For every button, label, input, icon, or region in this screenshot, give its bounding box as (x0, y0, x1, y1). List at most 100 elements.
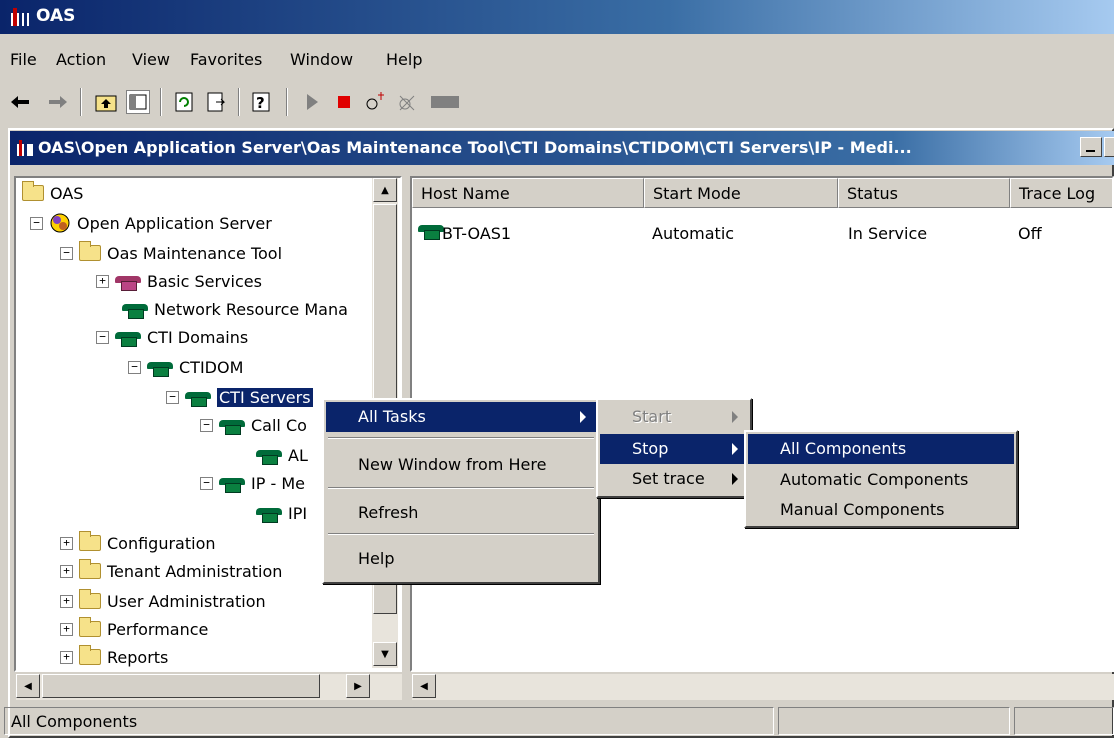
folder-icon (22, 181, 44, 201)
tree-item-network-resource-manager[interactable]: Network Resource Mana (122, 296, 348, 322)
tree-item-user-administration[interactable]: + User Administration (60, 588, 266, 614)
scroll-right-button[interactable]: ▶ (346, 674, 370, 698)
tree-item-label: Tenant Administration (107, 561, 283, 581)
show-hide-tree-icon[interactable] (126, 90, 150, 114)
menu-item-refresh[interactable]: Refresh (326, 498, 596, 528)
scroll-thumb[interactable] (42, 674, 320, 698)
tree-item-label: User Administration (107, 591, 266, 611)
collapse-icon[interactable]: − (166, 390, 179, 404)
trace-off-icon[interactable] (396, 90, 420, 114)
scroll-left-button[interactable]: ◀ (16, 674, 40, 698)
folder-icon (79, 559, 101, 579)
export-list-icon[interactable] (204, 90, 228, 114)
menu-favorites[interactable]: Favorites (190, 50, 262, 69)
tree-item-cti-servers[interactable]: − CTI Servers (166, 384, 313, 410)
column-header-trace-log[interactable]: Trace Log (1010, 178, 1112, 208)
tree-item-ip-media[interactable]: − IP - Me (200, 470, 305, 496)
expand-icon[interactable]: + (96, 274, 109, 288)
tree-item-oas-maintenance-tool[interactable]: − Oas Maintenance Tool (60, 240, 282, 266)
column-header-status[interactable]: Status (838, 178, 1010, 208)
menu-separator (328, 437, 594, 439)
mdi-title-bar[interactable]: OAS\Open Application Server\Oas Maintena… (10, 131, 1114, 165)
tree-item-oas[interactable]: OAS (22, 180, 83, 206)
cell-start-mode: Automatic (652, 224, 735, 243)
tree-item-label: OAS (50, 183, 84, 203)
folder-icon (79, 531, 101, 551)
tree-item-ipm[interactable]: IPI (256, 500, 307, 526)
menu-file[interactable]: File (10, 50, 37, 69)
column-header-start-mode[interactable]: Start Mode (644, 178, 838, 208)
menu-item-new-window[interactable]: New Window from Here (326, 450, 596, 480)
scroll-down-button[interactable]: ▼ (373, 642, 397, 666)
tree-horizontal-scrollbar[interactable]: ◀ ▶ (16, 674, 402, 700)
expand-icon[interactable]: + (60, 650, 73, 664)
tree-item-label: CTI Servers (217, 387, 313, 407)
tree-item-cti-domains[interactable]: − CTI Domains (96, 324, 248, 350)
collapse-icon[interactable]: − (60, 246, 73, 260)
scroll-left-button[interactable]: ◀ (412, 674, 436, 698)
start-service-icon[interactable] (300, 90, 324, 114)
tree-item-performance[interactable]: + Performance (60, 616, 208, 642)
tree-item-al[interactable]: AL (256, 442, 308, 468)
menu-item-all-tasks[interactable]: All Tasks (326, 402, 596, 432)
scroll-up-button[interactable]: ▲ (373, 178, 397, 202)
menu-item-all-components[interactable]: All Components (748, 434, 1014, 464)
tree-item-ctidom[interactable]: − CTIDOM (128, 354, 243, 380)
menu-window[interactable]: Window (290, 50, 353, 69)
menu-item-set-trace[interactable]: Set trace (600, 464, 748, 494)
tree-item-label: AL (288, 445, 308, 465)
menu-item-automatic-components[interactable]: Automatic Components (748, 465, 1014, 495)
menu-bar: File Action View Favorites Window Help (0, 44, 1114, 74)
maximize-button[interactable] (1104, 137, 1114, 157)
collapse-icon[interactable]: − (30, 216, 43, 230)
app-title-bar[interactable]: OAS (0, 0, 1114, 34)
collapse-icon[interactable]: − (96, 330, 109, 344)
folder-icon (79, 589, 101, 609)
server-icon (50, 213, 70, 233)
menu-action[interactable]: Action (56, 50, 106, 69)
tree-item-basic-services[interactable]: + Basic Services (96, 268, 262, 294)
tree-item-reports[interactable]: + Reports (60, 644, 168, 670)
menu-help[interactable]: Help (386, 50, 422, 69)
tree-item-label: Open Application Server (77, 213, 272, 233)
phone-icon (185, 389, 211, 407)
menu-item-manual-components[interactable]: Manual Components (748, 495, 1014, 525)
trace-on-icon[interactable] (364, 90, 388, 114)
tree-item-open-application-server[interactable]: − Open Application Server (30, 210, 272, 236)
collapse-icon[interactable]: − (200, 476, 213, 490)
tree-item-label: Configuration (107, 533, 216, 553)
expand-icon[interactable]: + (60, 594, 73, 608)
phone-icon (256, 505, 282, 523)
help-icon[interactable]: ? (250, 90, 274, 114)
tree-item-label: CTI Domains (147, 327, 249, 347)
stop-service-icon[interactable] (332, 90, 356, 114)
tree-item-tenant-administration[interactable]: + Tenant Administration (60, 558, 282, 584)
minimize-button[interactable] (1080, 137, 1102, 157)
tree-item-label: Oas Maintenance Tool (107, 243, 283, 263)
expand-icon[interactable]: + (60, 622, 73, 636)
tree-item-label: Basic Services (147, 271, 262, 291)
expand-icon[interactable]: + (60, 536, 73, 550)
menu-item-start[interactable]: Start (600, 402, 748, 432)
list-horizontal-scrollbar[interactable]: ◀ (412, 674, 1114, 700)
back-arrow-icon[interactable] (8, 90, 32, 114)
forward-arrow-icon[interactable] (46, 90, 70, 114)
collapse-icon[interactable]: − (200, 418, 213, 432)
phone-icon (418, 222, 444, 240)
folder-icon (79, 617, 101, 637)
phone-icon (115, 329, 141, 347)
expand-icon[interactable]: + (60, 564, 73, 578)
menu-view[interactable]: View (132, 50, 170, 69)
toolbar-separator (160, 88, 162, 116)
menu-item-help[interactable]: Help (326, 544, 596, 574)
submenu-all-tasks: Start Stop Set trace (596, 398, 752, 498)
tree-item-call-control[interactable]: − Call Co (200, 412, 307, 438)
collapse-icon[interactable]: − (128, 360, 141, 374)
app-icon (17, 140, 33, 156)
up-one-level-icon[interactable] (94, 90, 118, 114)
submenu-stop: All Components Automatic Components Manu… (744, 430, 1018, 528)
column-header-host-name[interactable]: Host Name (412, 178, 644, 208)
refresh-icon[interactable] (172, 90, 196, 114)
tree-item-configuration[interactable]: + Configuration (60, 530, 216, 556)
menu-item-stop[interactable]: Stop (600, 434, 748, 464)
